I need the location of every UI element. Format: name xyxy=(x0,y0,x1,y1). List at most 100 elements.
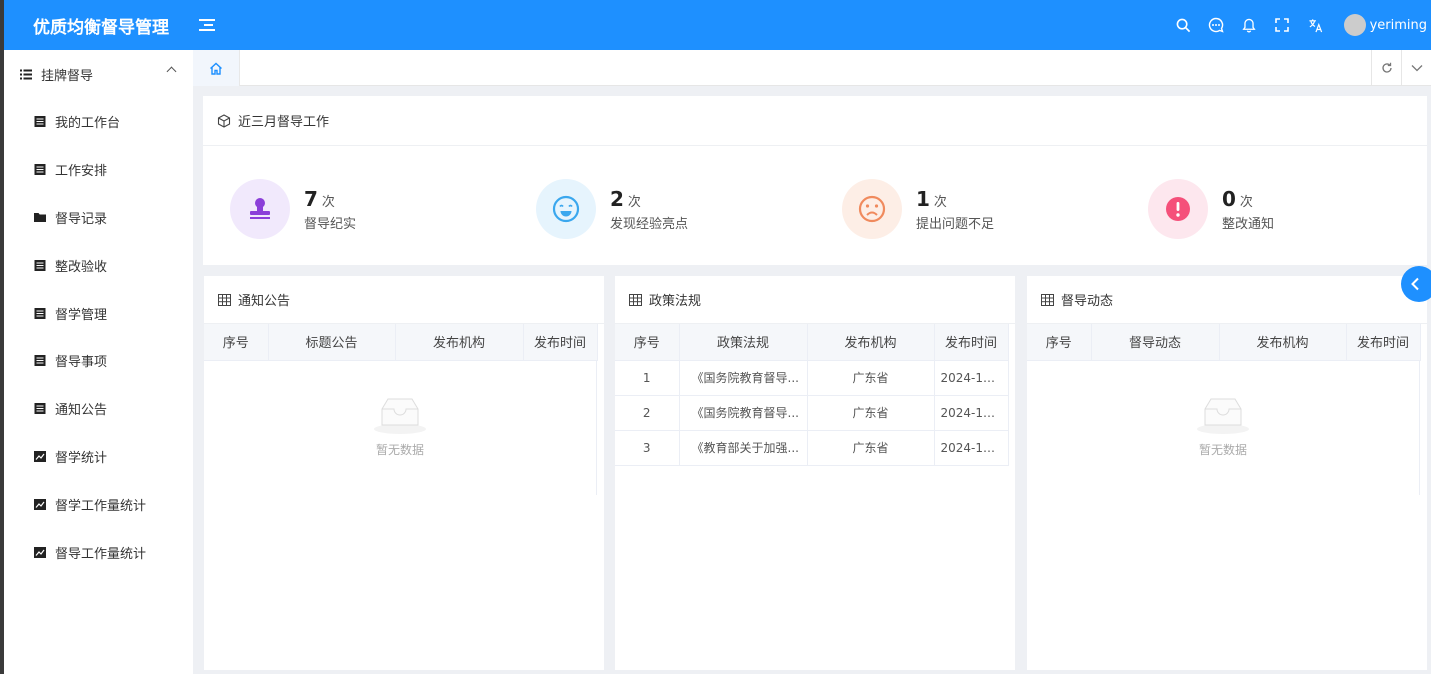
sidebar-item-notices[interactable]: 通知公告 xyxy=(4,385,193,433)
refresh-button[interactable] xyxy=(1371,50,1401,86)
sidebar-item-workbench[interactable]: 我的工作台 xyxy=(4,98,193,146)
username[interactable]: yeriming xyxy=(1370,18,1427,33)
menu-fold-icon[interactable] xyxy=(199,17,215,33)
sidebar-item-work-plan[interactable]: 工作安排 xyxy=(4,146,193,194)
dynamics-table: 序号 督导动态 发布机构 发布时间 xyxy=(1027,324,1421,361)
cell-date: 2024-10... xyxy=(934,395,1009,431)
avatar[interactable] xyxy=(1343,14,1366,36)
column-header[interactable]: 序号 xyxy=(204,324,269,361)
cell-index: 2 xyxy=(615,395,680,431)
stat-records[interactable]: 7次 督导纪实 xyxy=(230,179,356,239)
table-icon xyxy=(218,293,231,306)
table-icon xyxy=(1041,293,1054,306)
stamp-icon xyxy=(230,179,290,239)
stats-title: 近三月督导工作 xyxy=(238,115,330,130)
empty-state: 暂无数据 xyxy=(1027,360,1420,495)
chevron-down-icon xyxy=(1411,65,1422,72)
cell-title-link[interactable]: 《国务院教育督导... xyxy=(679,360,808,396)
drawer-toggle-button[interactable] xyxy=(1401,266,1431,302)
stat-label: 提出问题不足 xyxy=(916,216,995,232)
stat-unit: 次 xyxy=(321,194,335,210)
window-edge xyxy=(0,0,4,674)
sidebar-item-label: 督导记录 xyxy=(55,211,108,227)
cell-title-link[interactable]: 《教育部关于加强... xyxy=(679,430,808,466)
sidebar-item-label: 督导工作量统计 xyxy=(55,546,147,562)
column-header[interactable]: 督导动态 xyxy=(1091,324,1220,361)
column-header[interactable]: 序号 xyxy=(615,324,680,361)
table-row[interactable]: 1 《国务院教育督导... 广东省 2024-10... xyxy=(615,360,1009,396)
stat-unit: 次 xyxy=(627,194,641,210)
stat-unit: 次 xyxy=(1239,194,1253,210)
table-row[interactable]: 3 《教育部关于加强... 广东省 2024-10... xyxy=(615,430,1009,466)
panel-title: 政策法规 xyxy=(649,294,702,309)
cell-index: 3 xyxy=(615,430,680,466)
sidebar-group-guapai[interactable]: 挂牌督导 xyxy=(4,50,193,98)
frown-icon xyxy=(842,179,902,239)
refresh-icon xyxy=(1381,62,1392,73)
sidebar-item-label: 工作安排 xyxy=(55,164,108,180)
translate-icon[interactable] xyxy=(1299,0,1332,50)
stat-label: 督导纪实 xyxy=(304,216,357,232)
search-icon[interactable] xyxy=(1167,0,1200,50)
tab-dropdown-button[interactable] xyxy=(1401,50,1431,86)
empty-text: 暂无数据 xyxy=(1198,442,1247,457)
chart-icon xyxy=(34,450,46,462)
stat-label: 发现经验亮点 xyxy=(610,216,689,232)
sidebar-item-label: 督学管理 xyxy=(55,307,108,323)
home-icon xyxy=(210,62,222,75)
document-icon xyxy=(34,403,46,415)
fullscreen-icon[interactable] xyxy=(1266,0,1299,50)
sidebar-item-label: 督导事项 xyxy=(55,355,108,371)
column-header[interactable]: 发布机构 xyxy=(807,324,935,361)
sidebar: 挂牌督导 我的工作台 工作安排 督导记录 整改验收 督学管理 督导事项 通知公告… xyxy=(4,50,193,674)
column-header[interactable]: 序号 xyxy=(1027,324,1092,361)
sidebar-item-label: 我的工作台 xyxy=(55,116,121,132)
column-header[interactable]: 发布时间 xyxy=(523,324,598,361)
sidebar-item-supervision-workload[interactable]: 督导工作量统计 xyxy=(4,528,193,576)
bell-icon[interactable] xyxy=(1233,0,1266,50)
cell-org: 广东省 xyxy=(807,395,935,431)
empty-text: 暂无数据 xyxy=(375,442,424,457)
table-icon xyxy=(629,293,642,306)
stat-problems[interactable]: 1次 提出问题不足 xyxy=(842,179,994,239)
document-icon xyxy=(34,164,46,176)
sidebar-item-inspector-workload[interactable]: 督学工作量统计 xyxy=(4,480,193,528)
panel-title: 督导动态 xyxy=(1061,294,1114,309)
exclamation-icon xyxy=(1148,179,1208,239)
list-icon xyxy=(20,69,32,79)
stat-value: 1 xyxy=(916,186,930,211)
tab-home[interactable] xyxy=(193,50,240,86)
column-header[interactable]: 标题公告 xyxy=(268,324,396,361)
tab-bar xyxy=(193,50,1431,86)
stat-value: 0 xyxy=(1222,186,1236,211)
cell-title-link[interactable]: 《国务院教育督导... xyxy=(679,395,808,431)
sidebar-item-label: 督学工作量统计 xyxy=(55,498,147,514)
stats-card-header: 近三月督导工作 xyxy=(203,96,1427,146)
column-header[interactable]: 发布机构 xyxy=(395,324,524,361)
column-header[interactable]: 发布机构 xyxy=(1219,324,1347,361)
cell-org: 广东省 xyxy=(807,360,935,396)
empty-box-icon xyxy=(1197,398,1249,434)
column-header[interactable]: 发布时间 xyxy=(934,324,1009,361)
sidebar-item-rectification[interactable]: 整改验收 xyxy=(4,241,193,289)
stat-rectify-notice[interactable]: 0次 整改通知 xyxy=(1148,179,1274,239)
table-row[interactable]: 2 《国务院教育督导... 广东省 2024-10... xyxy=(615,395,1009,431)
stat-label: 整改通知 xyxy=(1222,216,1275,232)
sidebar-item-inspector-mgmt[interactable]: 督学管理 xyxy=(4,289,193,337)
dynamics-panel-header: 督导动态 xyxy=(1027,276,1427,324)
sidebar-item-records[interactable]: 督导记录 xyxy=(4,194,193,242)
stat-value: 7 xyxy=(304,186,318,211)
sidebar-item-inspector-stats[interactable]: 督学统计 xyxy=(4,433,193,481)
stat-highlights[interactable]: 2次 发现经验亮点 xyxy=(536,179,688,239)
column-header[interactable]: 发布时间 xyxy=(1346,324,1421,361)
chat-icon[interactable] xyxy=(1200,0,1233,50)
sidebar-item-matters[interactable]: 督导事项 xyxy=(4,337,193,385)
top-header: 优质均衡督导管理 yeriming xyxy=(0,0,1431,50)
cell-index: 1 xyxy=(615,360,680,396)
stats-card: 近三月督导工作 7次 督导纪实 2次 发现经验亮点 1次 提出问题不足 0 次 … xyxy=(203,96,1427,265)
document-icon xyxy=(34,259,46,271)
column-header[interactable]: 政策法规 xyxy=(679,324,808,361)
folder-icon xyxy=(34,212,46,222)
empty-state: 暂无数据 xyxy=(204,360,597,495)
smile-icon xyxy=(536,179,596,239)
